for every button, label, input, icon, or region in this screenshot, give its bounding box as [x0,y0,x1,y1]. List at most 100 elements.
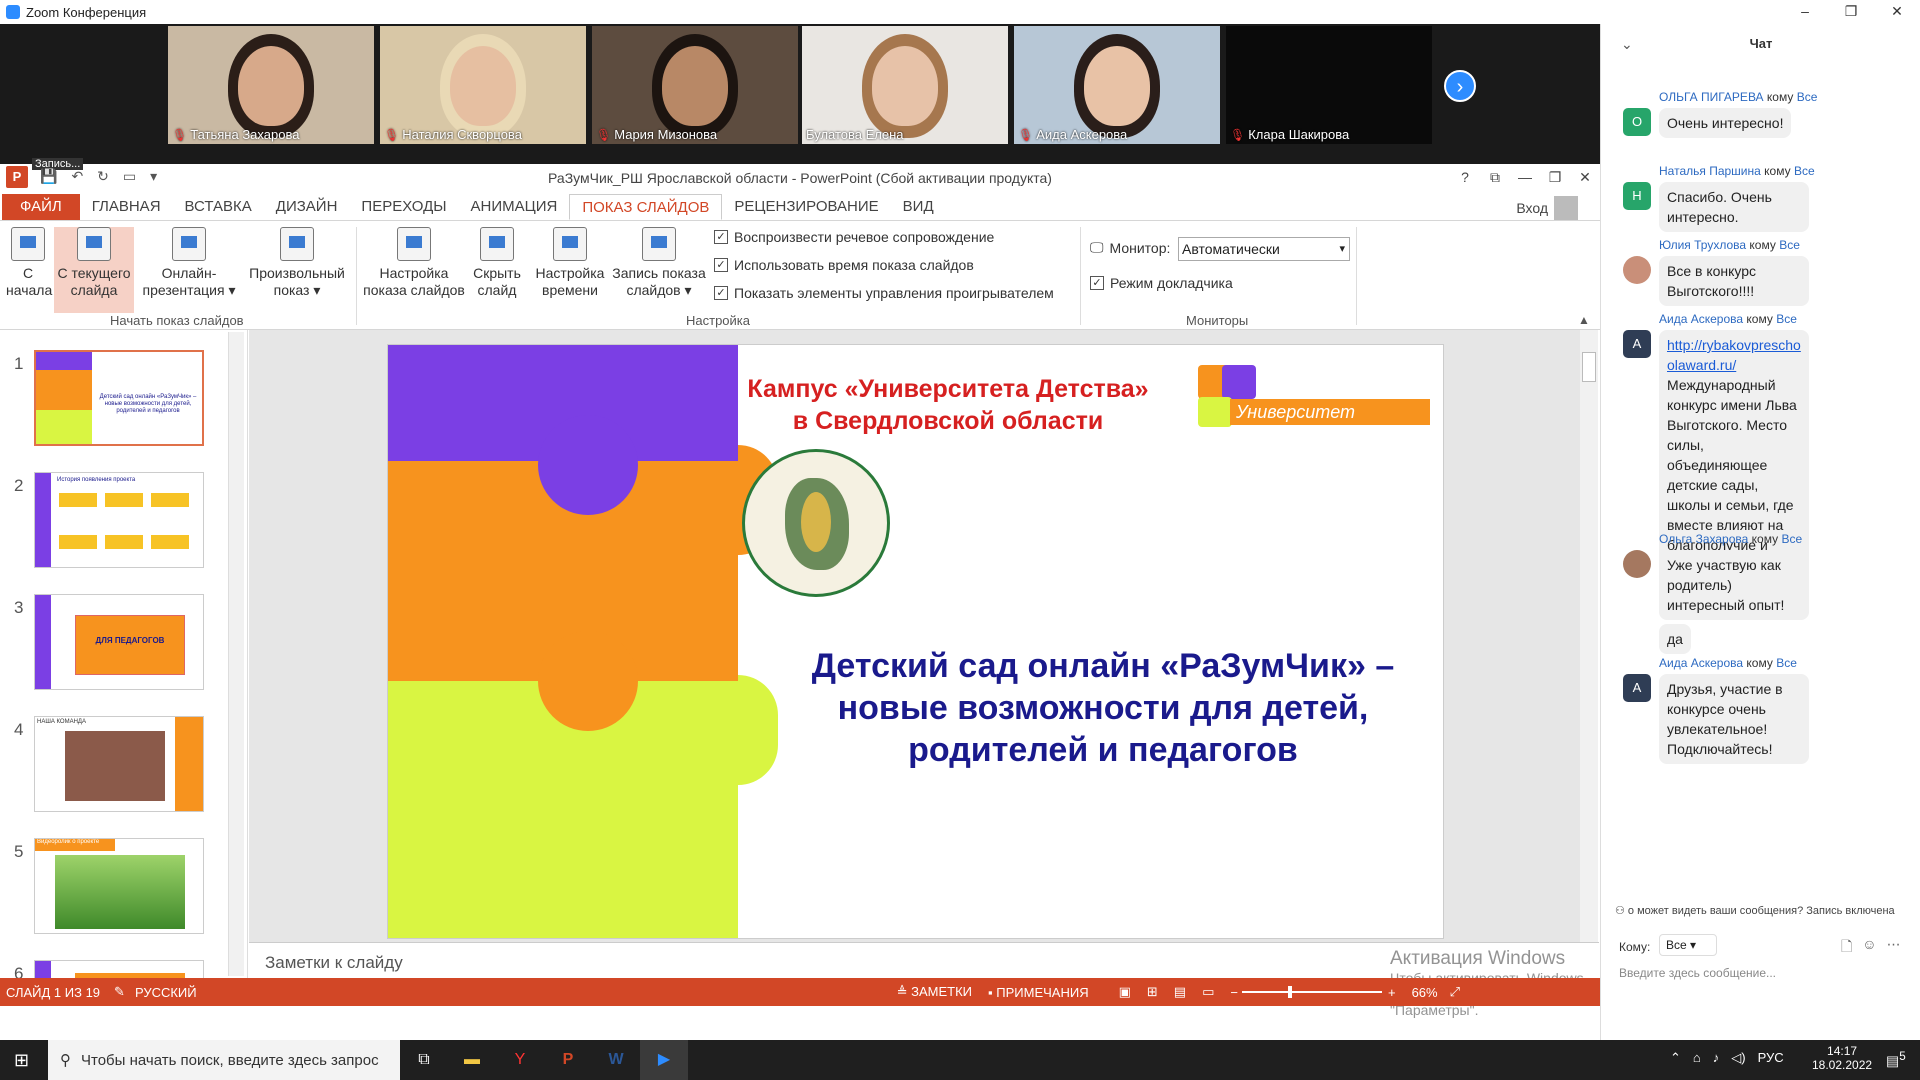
checkbox-checked-icon[interactable]: ✓ [1090,276,1104,290]
network-icon[interactable]: ⌂ [1693,1050,1701,1066]
monitor-select[interactable]: Автоматически [1178,237,1350,261]
slide-thumbnail-1[interactable]: Детский сад онлайн «РаЗумЧик» – новые во… [34,350,204,446]
from-start-button[interactable]: С начала [6,227,52,299]
zoom-taskbar-icon[interactable]: ▶ [640,1040,688,1080]
mic-icon[interactable]: ♪ [1713,1050,1720,1066]
tray-expand-icon[interactable]: ⌃ [1670,1050,1681,1066]
setup-slideshow-button[interactable]: Настройка показа слайдов [360,227,468,299]
zoom-in-icon[interactable]: + [1388,985,1396,1000]
participant-tile[interactable]: 🎙 Наталия Скворцова [380,26,586,144]
volume-icon[interactable]: ◁) [1731,1050,1745,1066]
user-avatar-icon[interactable] [1554,196,1578,220]
checkbox-checked-icon[interactable]: ✓ [714,286,728,300]
slide-thumbnail-6[interactable] [34,960,204,978]
sender-name[interactable]: Аида Аскерова [1659,312,1743,326]
slide-thumbnail-5[interactable]: Видеоролик о проекте [34,838,204,934]
slide-thumbnail-3[interactable]: ДЛЯ ПЕДАГОГОВ [34,594,204,690]
ppt-maximize-button[interactable]: ❐ [1540,164,1570,192]
spell-check-icon[interactable]: ✎ [114,984,125,1000]
thumbnail-scrollbar[interactable] [228,332,244,976]
ribbon-tab[interactable]: ПОКАЗ СЛАЙДОВ [569,194,723,220]
zoom-out-icon[interactable]: − [1230,985,1238,1000]
minimize-button[interactable]: – [1782,0,1828,24]
scrollbar-thumb[interactable] [1582,352,1596,382]
slide-scrollbar[interactable] [1580,330,1598,942]
checkbox-checked-icon[interactable]: ✓ [714,258,728,272]
normal-view-icon[interactable]: ▣ [1119,984,1131,1000]
zoom-slider[interactable] [1241,986,1382,998]
ribbon-tab[interactable]: ФАЙЛ [2,194,80,220]
undo-icon[interactable]: ↶ [71,168,83,185]
sign-in[interactable]: Вход [1516,196,1578,220]
language-indicator[interactable]: РУССКИЙ [135,985,197,1000]
customize-qat-icon[interactable]: ▾ [150,168,157,185]
collapse-ribbon-icon[interactable]: ▲ [1578,313,1590,327]
narrations-checkbox[interactable]: ✓ Воспроизвести речевое сопровождение [714,229,994,245]
slide-thumbnail-4[interactable]: НАША КОМАНДА [34,716,204,812]
sender-name[interactable]: ОЛЬГА ПИГАРЕВА [1659,90,1764,104]
slide-sorter-icon[interactable]: ⊞ [1147,984,1158,1000]
yandex-browser-icon[interactable]: Y [496,1040,544,1080]
online-presentation-button[interactable]: Онлайн-презентация ▾ [140,227,238,299]
sender-name[interactable]: Аида Аскерова [1659,656,1743,670]
explorer-icon[interactable]: ▬ [448,1040,496,1080]
recipient-dropdown[interactable]: Все ▾ [1659,934,1717,956]
participant-tile[interactable]: 🎙 Аида Аскерова [1014,26,1220,144]
recipient-name[interactable]: Все [1797,90,1818,104]
media-controls-checkbox[interactable]: ✓ Показать элементы управления проигрыват… [714,285,1054,301]
ribbon-tab[interactable]: ГЛАВНАЯ [80,194,173,220]
recipient-name[interactable]: Все [1776,656,1797,670]
slideshow-view-icon[interactable]: ▭ [1202,984,1214,1000]
reading-view-icon[interactable]: ▤ [1174,984,1186,1000]
present-icon[interactable]: ▭ [123,168,136,185]
emoji-icon[interactable]: ☺ [1862,936,1876,960]
hide-slide-button[interactable]: Скрыть слайд [470,227,524,299]
participant-tile[interactable]: 🎙 Татьяна Захарова [168,26,374,144]
use-timings-checkbox[interactable]: ✓ Использовать время показа слайдов [714,257,974,273]
participant-tile[interactable]: 🎙 Клара Шакирова [1226,26,1432,144]
recipient-name[interactable]: Все [1779,238,1800,252]
help-button[interactable]: ? [1450,164,1480,192]
participant-tile[interactable]: 🎙 Мария Мизонова [592,26,798,144]
custom-show-button[interactable]: Произвольный показ ▾ [242,227,352,299]
word-taskbar-icon[interactable]: W [592,1040,640,1080]
notes-button[interactable]: ≜ ЗАМЕТКИ [897,984,972,1000]
more-icon[interactable]: ⋯ [1887,936,1901,960]
participant-tile[interactable]: Булатова Елена [802,26,1008,144]
file-icon[interactable]: 🗋 [1841,936,1852,960]
powerpoint-taskbar-icon[interactable]: P [544,1040,592,1080]
ribbon-tab[interactable]: ПЕРЕХОДЫ [349,194,458,220]
chat-visibility-notice[interactable]: ⚇ о может видеть ваши сообщения? Запись … [1615,904,1895,917]
close-button[interactable]: ✕ [1874,0,1920,24]
message-input[interactable]: Введите здесь сообщение... [1619,966,1776,980]
ribbon-tab[interactable]: РЕЦЕНЗИРОВАНИЕ [722,194,890,220]
recipient-name[interactable]: Все [1776,312,1797,326]
sender-name[interactable]: Ольга Захарова [1659,532,1748,546]
recipient-name[interactable]: Все [1794,164,1815,178]
ppt-minimize-button[interactable]: — [1510,164,1540,192]
ribbon-tab[interactable]: АНИМАЦИЯ [459,194,570,220]
ppt-close-button[interactable]: ✕ [1570,164,1600,192]
slide-thumbnail-2[interactable]: История появления проекта [34,472,204,568]
record-slideshow-button[interactable]: Запись показа слайдов ▾ [610,227,708,299]
task-view-icon[interactable]: ⧉ [400,1040,448,1080]
notifications-icon[interactable]: ▤5 [1886,1050,1906,1070]
ribbon-display-button[interactable]: ⧉ [1480,164,1510,192]
ribbon-tab[interactable]: ВИД [891,194,946,220]
presenter-view-checkbox[interactable]: ✓ Режим докладчика [1090,275,1233,291]
ribbon-tab[interactable]: ДИЗАЙН [264,194,350,220]
taskbar-search[interactable]: ⚲ Чтобы начать поиск, введите здесь запро… [48,1040,400,1080]
zoom-level[interactable]: 66% [1412,985,1438,1000]
windows-start-icon[interactable]: ⊞ [14,1050,29,1071]
next-page-button[interactable]: › [1444,70,1476,102]
sender-name[interactable]: Наталья Паршина [1659,164,1761,178]
save-icon[interactable]: 💾 [40,168,57,185]
sign-in-label[interactable]: Вход [1516,200,1548,216]
ribbon-tab[interactable]: ВСТАВКА [173,194,264,220]
comments-button[interactable]: ▪ ПРИМЕЧАНИЯ [988,985,1089,1000]
maximize-button[interactable]: ❐ [1828,0,1874,24]
rehearse-timings-button[interactable]: Настройка времени [532,227,608,299]
clock[interactable]: 14:17 18.02.2022 [1812,1044,1872,1072]
message-link[interactable]: http://rybakovpreschoolaward.ru/ [1667,335,1801,375]
from-current-button[interactable]: С текущего слайда [54,227,134,313]
